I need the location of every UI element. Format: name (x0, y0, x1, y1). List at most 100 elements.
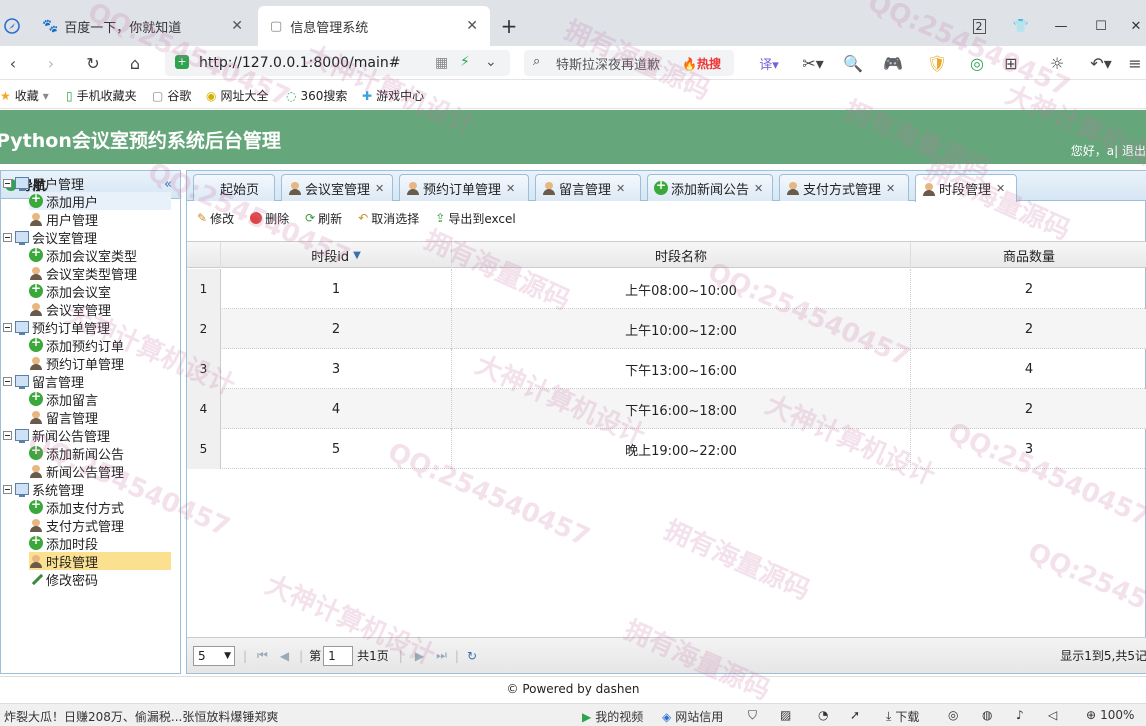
zoom-indicator[interactable]: ⊕ 100% (1086, 708, 1134, 722)
close-icon[interactable]: ✕ (466, 18, 478, 34)
close-icon[interactable]: ✕ (754, 182, 763, 195)
qr-icon[interactable]: ▦ (435, 55, 448, 71)
collapse-toggle-icon[interactable] (3, 178, 12, 188)
tab-home[interactable]: 起始页 (193, 174, 275, 201)
brightness-icon[interactable]: ☼ (1044, 50, 1070, 76)
download-link[interactable]: ⤓ 下载 (886, 708, 919, 725)
tab-count-icon[interactable]: 2 (964, 6, 994, 46)
close-icon[interactable]: ✕ (996, 182, 1005, 195)
nav-item[interactable]: 添加新闻公告 (29, 443, 171, 463)
nav-group[interactable]: 会议室管理 (3, 228, 97, 247)
circle-icon[interactable]: ◎ (964, 50, 990, 76)
forward-icon[interactable]: › (38, 50, 64, 76)
column-header-name[interactable]: 时段名称 (452, 242, 911, 268)
bookmark-google[interactable]: ▢ 谷歌 (152, 87, 191, 104)
nav-item[interactable]: 时段管理 (29, 552, 171, 571)
bookmark-360[interactable]: ◌ 360搜索 (286, 87, 347, 104)
tab-3[interactable]: 留言管理 ✕ (535, 174, 641, 201)
page-size-select[interactable]: 5 ▼ (193, 645, 235, 666)
table-row[interactable]: 1 1 上午08:00~10:00 2 (187, 269, 1146, 309)
nav-item[interactable]: 修改密码 (29, 570, 171, 589)
table-row[interactable]: 2 2 上午10:00~12:00 2 (187, 309, 1146, 349)
bookmark-games[interactable]: ✚ 游戏中心 (362, 87, 424, 104)
last-page-icon[interactable]: ⏭ (436, 648, 447, 663)
back-icon[interactable]: ‹ (0, 50, 26, 76)
chevron-down-icon[interactable]: ⌄ (485, 54, 497, 70)
export-button[interactable]: ⇪ 导出到excel (435, 210, 515, 227)
collapse-toggle-icon[interactable] (3, 376, 12, 386)
translate-icon[interactable]: 译▾ (752, 50, 786, 76)
bookmark-favorites[interactable]: ★ 收藏 ▾ (0, 87, 49, 104)
nav-item[interactable]: 添加时段 (29, 533, 171, 553)
home-icon[interactable]: ⌂ (122, 50, 148, 76)
close-icon[interactable]: ✕ (506, 182, 515, 195)
nav-item[interactable]: 支付方式管理 (29, 516, 171, 535)
first-page-icon[interactable]: ⏮ (257, 648, 268, 663)
nav-item[interactable]: 会议室类型管理 (29, 264, 171, 283)
magnifier-icon[interactable]: 🔍 (840, 50, 866, 76)
nav-item[interactable]: 添加留言 (29, 389, 171, 409)
browser-tab-active[interactable]: ▢ 信息管理系统 ✕ (258, 6, 490, 46)
news-ticker[interactable]: 炸裂大瓜！日赚208万、偷漏税...张恒放料爆锤郑爽 (4, 708, 278, 725)
tab-1[interactable]: 会议室管理 ✕ (281, 174, 393, 201)
page-input[interactable]: 1 (323, 645, 354, 666)
delete-button[interactable]: 删除 (250, 210, 289, 227)
nav-group[interactable]: 留言管理 (3, 372, 84, 391)
browser-menu-icon[interactable] (0, 6, 24, 46)
tab-6[interactable]: 时段管理 ✕ (915, 174, 1017, 202)
reload-icon[interactable]: ↻ (80, 50, 106, 76)
tab-5[interactable]: 支付方式管理 ✕ (779, 174, 909, 201)
edit-button[interactable]: ✎ 修改 (197, 210, 234, 227)
nav-item[interactable]: 新闻公告管理 (29, 462, 171, 481)
column-header-qty[interactable]: 商品数量 (911, 242, 1146, 268)
scissors-icon[interactable]: ✂▾ (796, 50, 830, 76)
nav-item[interactable]: 添加用户 (29, 191, 171, 211)
nav-group[interactable]: 用户管理 (3, 174, 84, 193)
grid-icon[interactable]: ⊞ (998, 50, 1024, 76)
shirt-icon[interactable]: 👕 (1006, 6, 1036, 46)
nav-item[interactable]: 添加会议室 (29, 281, 171, 301)
nav-item[interactable]: 用户管理 (29, 210, 171, 229)
headset-icon[interactable]: ◎ (948, 708, 958, 722)
address-bar[interactable]: + http://127.0.0.1:8000/main# ▦ ⚡ ⌄ (165, 50, 510, 76)
collapse-toggle-icon[interactable] (3, 430, 12, 440)
rocket-icon[interactable]: ➚ (850, 708, 860, 722)
mute-icon[interactable]: ◁ (1048, 708, 1057, 722)
globe-icon[interactable]: ◍ (982, 708, 992, 722)
table-row[interactable]: 4 4 下午16:00~18:00 2 (187, 389, 1146, 429)
sound-icon[interactable]: ♪ (1016, 708, 1024, 722)
bookmark-mobile[interactable]: ▯ 手机收藏夹 (66, 87, 137, 104)
collapse-toggle-icon[interactable] (3, 322, 12, 332)
shield-icon[interactable]: 🛡 (920, 50, 954, 76)
prev-page-icon[interactable]: ◀ (280, 649, 289, 663)
close-icon[interactable]: ✕ (886, 182, 895, 195)
nav-item[interactable]: 预约订单管理 (29, 354, 171, 373)
nav-group[interactable]: 系统管理 (3, 480, 84, 499)
undo-icon[interactable]: ↶▾ (1084, 50, 1118, 76)
reload-icon[interactable]: ↻ (467, 649, 477, 663)
bookmark-url-directory[interactable]: ◉ 网址大全 (206, 87, 269, 104)
site-credit-link[interactable]: ◈ 网站信用 (662, 708, 723, 725)
browser-tab-baidu[interactable]: 🐾 百度一下，你就知道 ✕ (30, 6, 255, 46)
tab-4[interactable]: 添加新闻公告 ✕ (647, 174, 773, 201)
nav-item[interactable]: 添加会议室类型 (29, 245, 171, 265)
next-page-icon[interactable]: ▶ (415, 649, 424, 663)
maximize-icon[interactable]: ☐ (1086, 6, 1116, 46)
collapse-icon[interactable]: « (164, 177, 172, 192)
nav-group[interactable]: 新闻公告管理 (3, 426, 110, 445)
column-header-id[interactable]: 时段id ▼ (221, 242, 452, 268)
image-icon[interactable]: ▨ (780, 708, 791, 722)
nav-item[interactable]: 留言管理 (29, 408, 171, 427)
speed-icon[interactable]: ◔ (818, 708, 828, 722)
new-tab-button[interactable]: + (494, 6, 524, 46)
collapse-toggle-icon[interactable] (3, 232, 12, 242)
close-icon[interactable]: ✕ (616, 182, 625, 195)
user-bar[interactable]: 您好，a| 退出 (1071, 142, 1146, 159)
menu-icon[interactable]: ≡ (1124, 50, 1146, 76)
close-window-icon[interactable]: ✕ (1124, 6, 1146, 46)
nav-group[interactable]: 预约订单管理 (3, 318, 110, 337)
nav-item[interactable]: 添加预约订单 (29, 335, 171, 355)
unselect-button[interactable]: ↶ 取消选择 (358, 210, 419, 227)
nav-item[interactable]: 添加支付方式 (29, 497, 171, 517)
my-video-link[interactable]: ▶ 我的视频 (582, 708, 643, 725)
